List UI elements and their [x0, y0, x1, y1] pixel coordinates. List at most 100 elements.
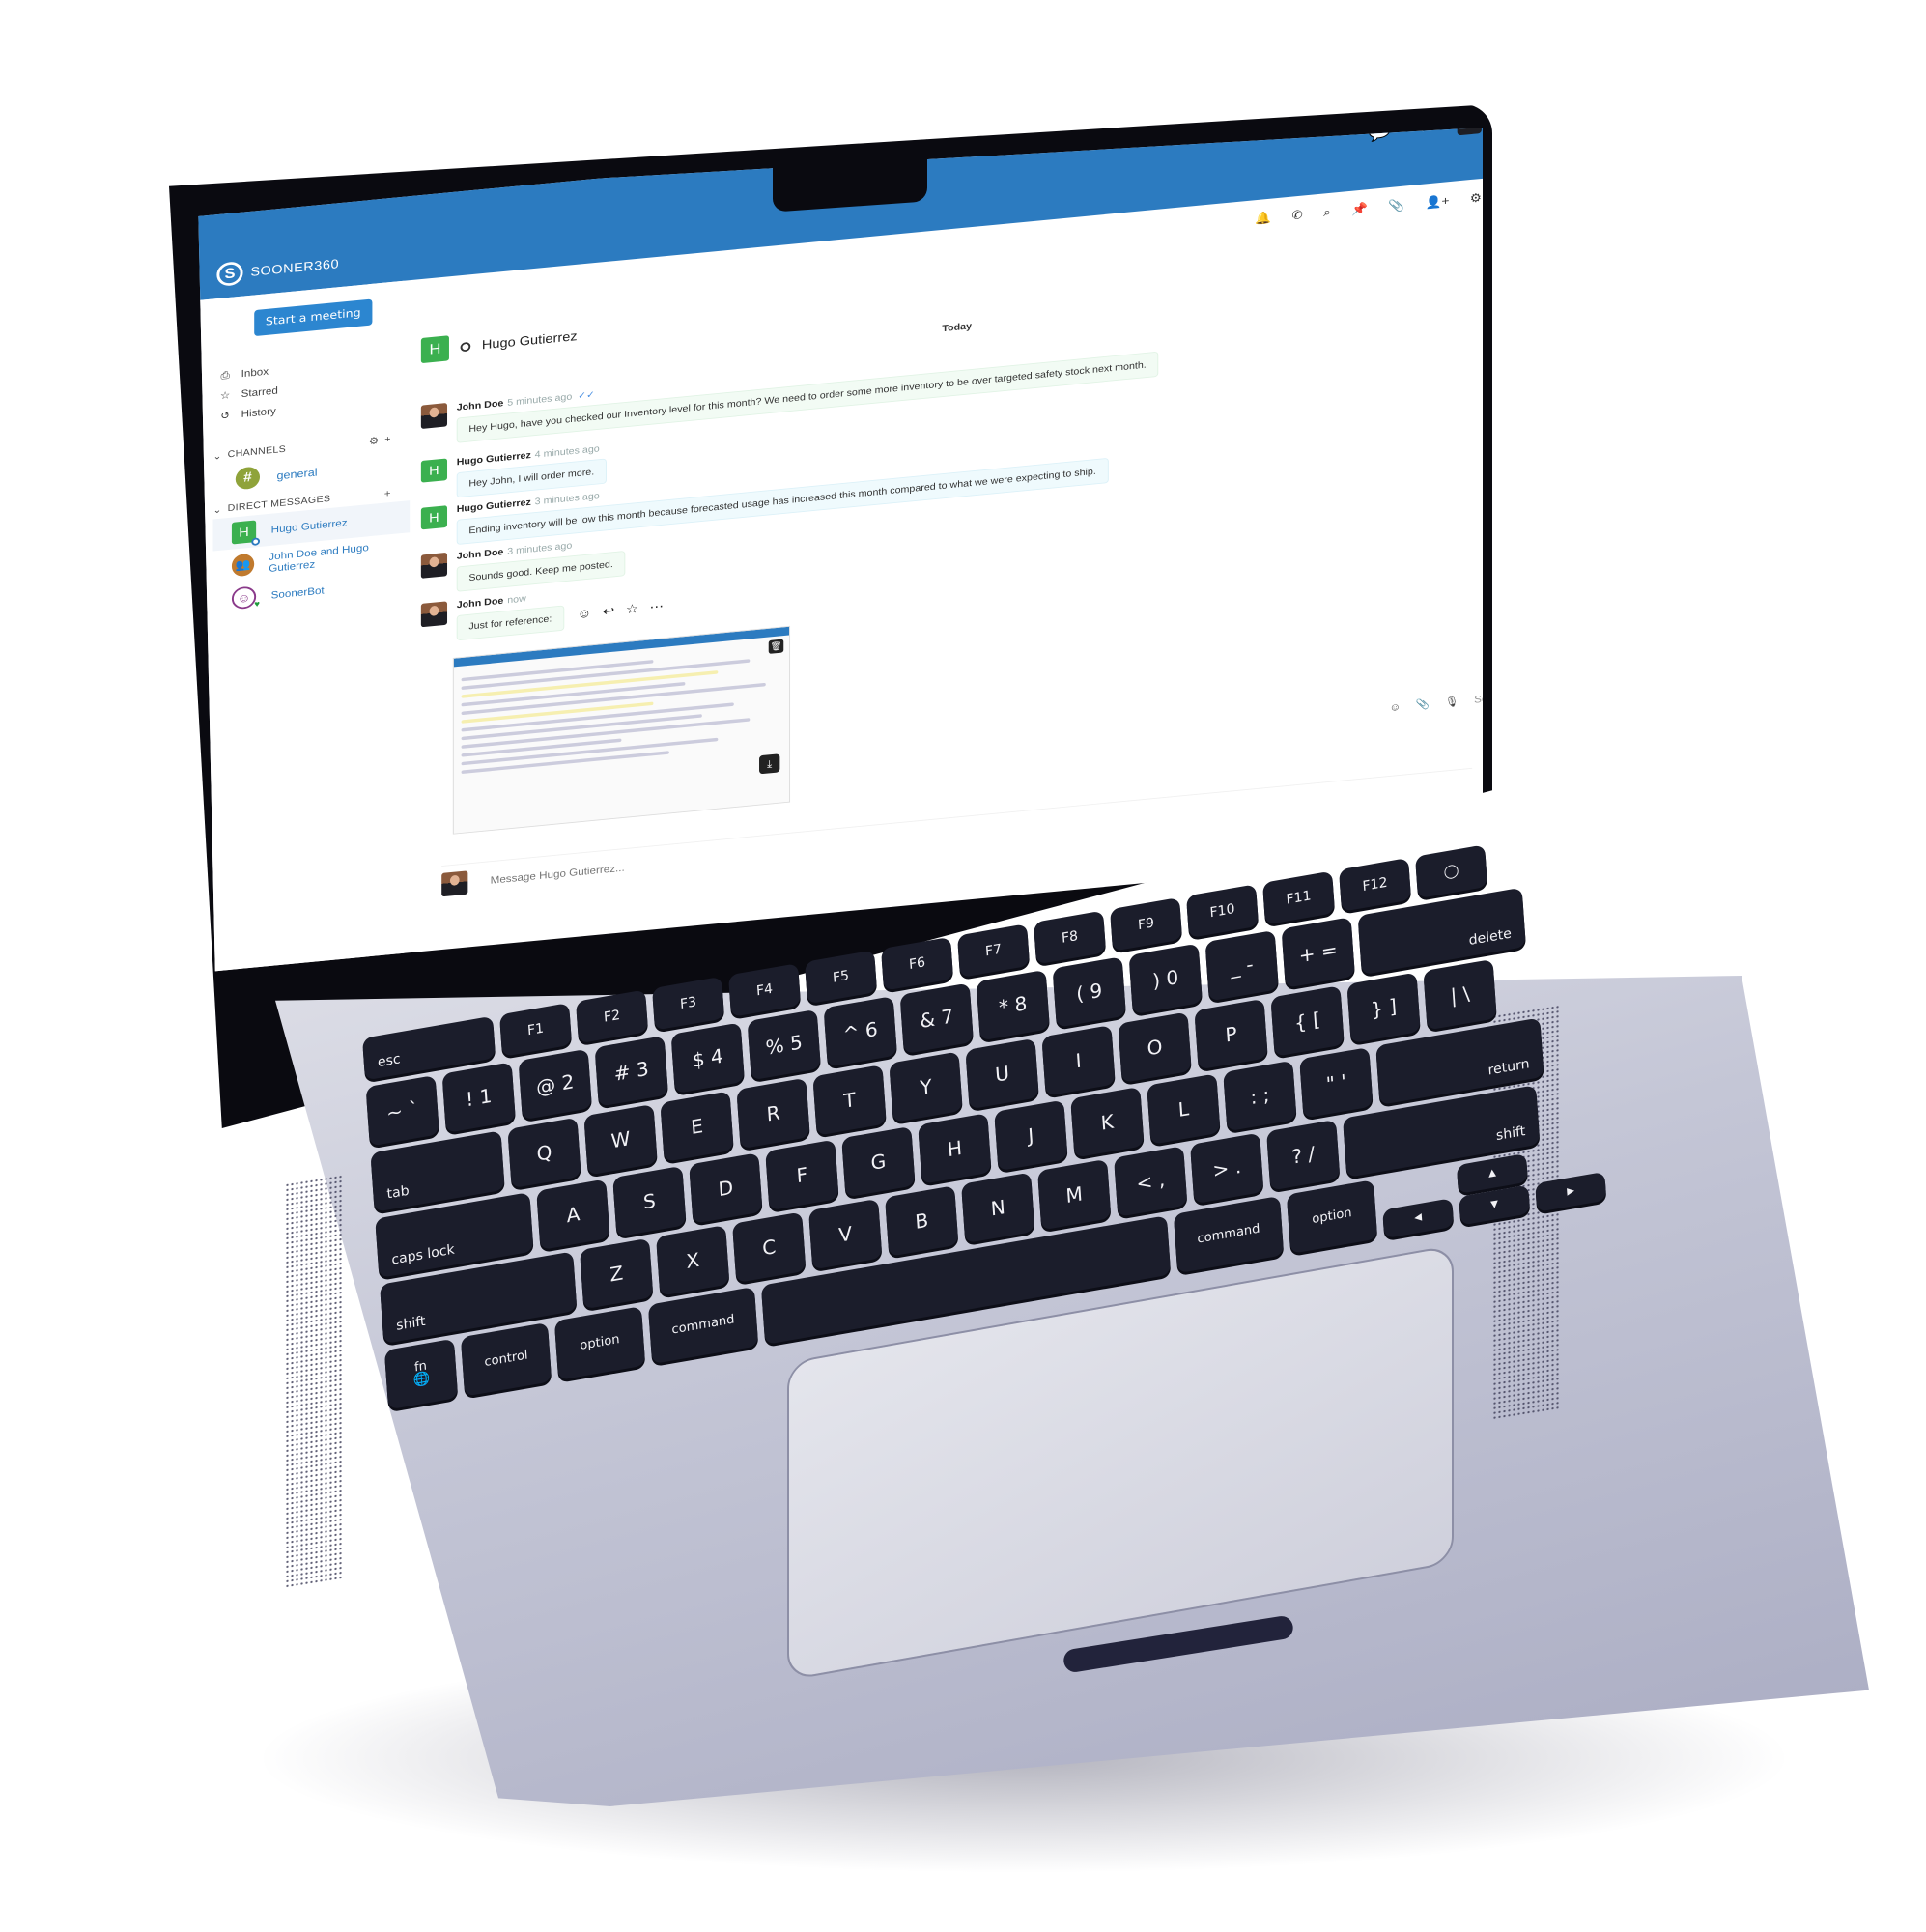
- key[interactable]: O: [1118, 1011, 1192, 1084]
- key[interactable]: W: [583, 1103, 658, 1176]
- star-icon[interactable]: ☆: [626, 601, 638, 617]
- key-command-left[interactable]: command: [647, 1286, 759, 1365]
- message-author: John Doe: [456, 398, 504, 413]
- key[interactable]: > .: [1190, 1132, 1264, 1205]
- key[interactable]: V: [808, 1198, 883, 1270]
- key[interactable]: F: [765, 1139, 839, 1211]
- key[interactable]: M: [1037, 1158, 1112, 1231]
- key-arrow-right[interactable]: ▶: [1535, 1171, 1607, 1212]
- add-reaction-icon[interactable]: ☺: [578, 606, 592, 621]
- room-avatar: H: [420, 335, 449, 364]
- key[interactable]: P: [1194, 998, 1268, 1070]
- sidebar-item-general[interactable]: # general: [235, 461, 318, 491]
- send-button[interactable]: Send: [1474, 692, 1483, 706]
- key-control[interactable]: control: [460, 1321, 552, 1397]
- key[interactable]: + =: [1281, 917, 1355, 988]
- add-channel-icon[interactable]: +: [384, 435, 391, 445]
- dm-label: SoonerBot: [270, 583, 325, 602]
- key[interactable]: T: [812, 1065, 887, 1136]
- key[interactable]: * 8: [976, 969, 1050, 1041]
- image-attachment[interactable]: 🗑 ⤓: [452, 625, 791, 835]
- key[interactable]: " ': [1299, 1046, 1374, 1119]
- search-icon[interactable]: ⌕: [1323, 205, 1331, 220]
- brand: S SOONER360: [216, 252, 339, 287]
- key[interactable]: < ,: [1114, 1146, 1188, 1217]
- room-title: Hugo Gutierrez: [481, 328, 578, 353]
- phone-icon[interactable]: ✆: [1291, 208, 1302, 223]
- start-meeting-button[interactable]: Start a meeting: [254, 298, 373, 337]
- message-text: Just for reference:: [456, 605, 564, 641]
- key[interactable]: : ;: [1223, 1060, 1297, 1132]
- key[interactable]: ? /: [1266, 1119, 1341, 1191]
- add-dm-icon[interactable]: +: [384, 487, 391, 499]
- key[interactable]: A: [536, 1179, 610, 1251]
- key[interactable]: ! 1: [441, 1062, 516, 1133]
- sidebar-item-history[interactable]: ↺ History: [218, 401, 277, 427]
- key[interactable]: ~ `: [365, 1074, 439, 1147]
- key[interactable]: $ 4: [670, 1022, 745, 1094]
- pin-icon[interactable]: 📌: [1351, 201, 1368, 216]
- channel-label: general: [276, 465, 318, 482]
- key[interactable]: D: [689, 1152, 763, 1224]
- key[interactable]: U: [965, 1037, 1039, 1110]
- dm-item-soonerbot[interactable]: ☺ ♥ SoonerBot: [231, 580, 325, 611]
- key[interactable]: N: [961, 1172, 1035, 1244]
- key[interactable]: X: [656, 1225, 730, 1296]
- key[interactable]: ( 9: [1052, 956, 1126, 1028]
- reply-icon[interactable]: ↩: [603, 603, 614, 619]
- key[interactable]: C: [732, 1211, 807, 1284]
- key[interactable]: K: [1070, 1086, 1145, 1158]
- key[interactable]: R: [736, 1077, 810, 1150]
- key[interactable]: J: [994, 1099, 1068, 1172]
- more-icon[interactable]: ⋯: [650, 598, 665, 614]
- hugo-avatar: H: [231, 520, 261, 547]
- key[interactable]: ^ 6: [823, 996, 897, 1067]
- key[interactable]: { [: [1270, 985, 1345, 1057]
- key[interactable]: } ]: [1346, 972, 1421, 1044]
- key[interactable]: E: [660, 1091, 734, 1162]
- sidebar-item-label: Starred: [241, 384, 278, 400]
- key[interactable]: L: [1147, 1073, 1221, 1145]
- read-receipt-icon: ✓✓: [578, 389, 595, 402]
- key[interactable]: ) 0: [1128, 943, 1203, 1015]
- gear-icon[interactable]: ⚙: [1470, 190, 1482, 206]
- chevron-down-icon: ⌄: [212, 450, 222, 462]
- channel-settings-icon[interactable]: ⚙: [369, 435, 380, 447]
- key[interactable]: Q: [507, 1117, 581, 1189]
- trash-icon[interactable]: 🗑: [768, 639, 784, 654]
- chat-app: S SOONER360 💬 2 ◔ 5 Start a meeting ⎙: [198, 128, 1483, 973]
- key[interactable]: # 3: [594, 1036, 668, 1107]
- key-fn[interactable]: fn 🌐: [383, 1338, 459, 1410]
- hash-icon: #: [235, 466, 261, 491]
- history-icon: ↺: [220, 409, 231, 422]
- microphone-icon[interactable]: 🎙: [1445, 696, 1459, 709]
- paperclip-icon[interactable]: 📎: [1388, 198, 1404, 213]
- message-time: 3 minutes ago: [507, 540, 573, 557]
- emoji-icon[interactable]: ☺: [1389, 700, 1401, 713]
- channels-section-header[interactable]: ⌄ CHANNELS ⚙ +: [213, 434, 391, 463]
- download-icon[interactable]: ⤓: [759, 753, 780, 775]
- key[interactable]: S: [612, 1165, 687, 1237]
- key[interactable]: _ -: [1204, 929, 1279, 1002]
- bell-icon[interactable]: 🔔: [1255, 211, 1271, 226]
- key-option-right[interactable]: option: [1286, 1179, 1378, 1254]
- key-command-right[interactable]: command: [1173, 1195, 1285, 1274]
- john-doe-avatar: [420, 601, 448, 628]
- message-author: Hugo Gutierrez: [456, 450, 531, 468]
- key[interactable]: % 5: [747, 1009, 821, 1081]
- key[interactable]: H: [918, 1113, 992, 1184]
- key[interactable]: & 7: [899, 982, 974, 1055]
- key-arrow-left[interactable]: ◀: [1382, 1198, 1455, 1239]
- add-user-icon[interactable]: 👤+: [1426, 193, 1450, 210]
- key[interactable]: B: [885, 1185, 959, 1257]
- key[interactable]: Y: [889, 1051, 963, 1123]
- key[interactable]: G: [841, 1125, 916, 1198]
- key-option-left[interactable]: option: [553, 1306, 646, 1380]
- key[interactable]: Z: [580, 1237, 654, 1310]
- key[interactable]: | \: [1423, 958, 1497, 1031]
- heart-icon: ♥: [254, 599, 261, 610]
- paperclip-icon[interactable]: 📎: [1416, 697, 1430, 711]
- message-input[interactable]: [488, 819, 1051, 888]
- key[interactable]: I: [1041, 1025, 1116, 1096]
- key[interactable]: @ 2: [518, 1048, 592, 1121]
